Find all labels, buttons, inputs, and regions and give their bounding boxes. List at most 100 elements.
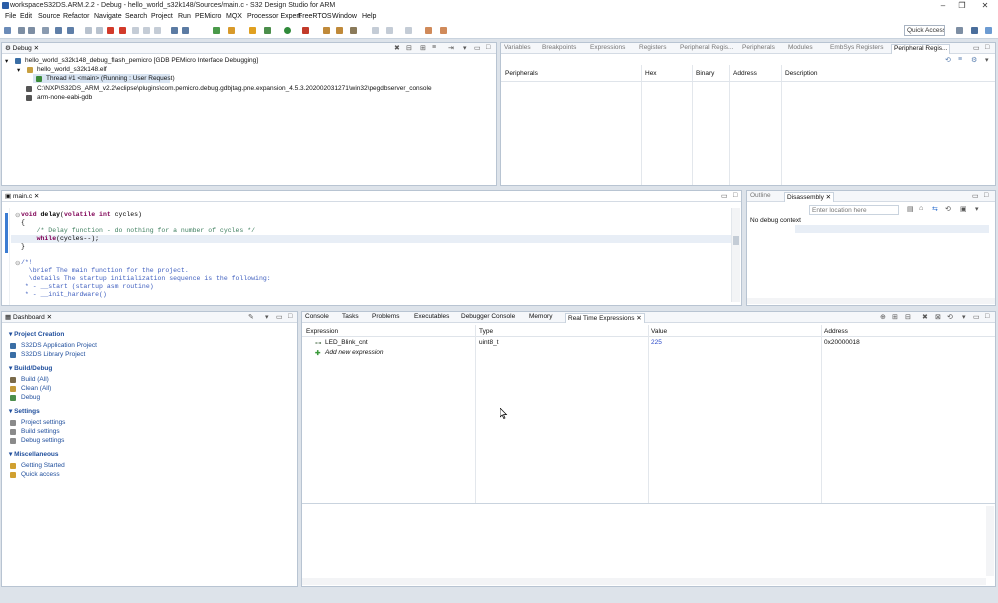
code-line[interactable]: { bbox=[21, 219, 25, 226]
table-row[interactable]: ⊶ LED_Blink_cnt uint8_t 225 0x20000018 bbox=[302, 337, 995, 347]
terminate-icon[interactable] bbox=[107, 27, 114, 34]
format-icon[interactable]: ≡ bbox=[958, 56, 962, 63]
collapse-all-icon[interactable]: ⊟ bbox=[905, 313, 911, 321]
disassembly-hscroll[interactable] bbox=[747, 298, 995, 304]
thread-node[interactable]: Thread #1 <main> (Running : User Request… bbox=[46, 75, 175, 82]
maximize-view-icon[interactable]: □ bbox=[486, 44, 490, 51]
restart-icon[interactable] bbox=[182, 27, 189, 34]
step-filter-icon[interactable]: ⇥ bbox=[448, 44, 454, 52]
step-over-icon[interactable] bbox=[143, 27, 150, 34]
expression-value[interactable]: 225 bbox=[651, 339, 662, 346]
tab-expressions[interactable]: Expressions bbox=[590, 44, 625, 54]
suspend-icon[interactable] bbox=[96, 27, 103, 34]
section-build-debug[interactable]: ▾ Build/Debug bbox=[9, 364, 52, 372]
skip-breakpoints-icon[interactable] bbox=[55, 27, 62, 34]
new-icon[interactable] bbox=[4, 27, 11, 34]
code-line[interactable]: /*! bbox=[21, 259, 33, 266]
code-line[interactable]: while(cycles--); bbox=[21, 235, 99, 242]
tree-expand-icon[interactable]: ▾ bbox=[5, 57, 8, 65]
code-line[interactable]: } bbox=[21, 243, 25, 250]
tab-executables[interactable]: Executables bbox=[414, 313, 449, 323]
minimize-view-icon[interactable]: ▭ bbox=[973, 44, 980, 52]
build-icon[interactable] bbox=[213, 27, 220, 34]
last-edit-icon[interactable] bbox=[386, 27, 393, 34]
tab-outline[interactable]: Outline bbox=[750, 192, 771, 202]
link-build-settings[interactable]: Build settings bbox=[21, 428, 60, 435]
save-all-icon[interactable] bbox=[28, 27, 35, 34]
tab-peripheral-registers-2[interactable]: Peripheral Regis... bbox=[891, 44, 951, 54]
detail-vscroll[interactable] bbox=[986, 506, 994, 576]
fold-icon[interactable]: ⊖ bbox=[15, 211, 20, 219]
tab-registers[interactable]: Registers bbox=[639, 44, 666, 54]
link-build-all[interactable]: Build (All) bbox=[21, 376, 49, 383]
expression-name[interactable]: LED_Blink_cnt bbox=[325, 339, 368, 346]
save-icon[interactable] bbox=[18, 27, 25, 34]
col-expression[interactable]: Expression bbox=[306, 328, 338, 335]
maximize-view-icon[interactable]: □ bbox=[733, 192, 737, 199]
code-line[interactable]: * - __start (startup asm routine) bbox=[21, 283, 154, 290]
col-peripherals[interactable]: Peripherals bbox=[505, 70, 538, 77]
section-settings[interactable]: ▾ Settings bbox=[9, 407, 40, 415]
editor-scrollbar[interactable] bbox=[731, 208, 740, 302]
tab-memory[interactable]: Memory bbox=[529, 313, 552, 323]
add-expression-label[interactable]: Add new expression bbox=[325, 349, 384, 356]
col-type[interactable]: Type bbox=[479, 328, 493, 335]
tree-expand-icon[interactable]: ▾ bbox=[17, 66, 20, 74]
remove-icon[interactable]: ✖ bbox=[922, 313, 928, 321]
code-line[interactable]: \details The startup initialization sequ… bbox=[21, 275, 271, 282]
col-address[interactable]: Address bbox=[733, 70, 757, 77]
view-menu-icon[interactable]: ▾ bbox=[985, 56, 989, 64]
elf-node[interactable]: hello_world_s32k148.elf bbox=[37, 66, 107, 73]
menu-help[interactable]: Help bbox=[362, 13, 376, 20]
pin-icon[interactable]: ⊕ bbox=[880, 313, 886, 321]
detail-hscroll[interactable] bbox=[302, 578, 986, 585]
view-menu-icon[interactable]: ▾ bbox=[265, 313, 269, 321]
link-with-editor-icon[interactable]: ⇆ bbox=[932, 205, 938, 213]
menu-freertos[interactable]: FreeRTOS bbox=[298, 13, 332, 20]
code-line[interactable]: * - __init_hardware() bbox=[21, 291, 107, 298]
open-icon[interactable]: ▣ bbox=[960, 205, 967, 213]
section-project-creation[interactable]: ▾ Project Creation bbox=[9, 330, 64, 338]
maximize-view-icon[interactable]: □ bbox=[288, 313, 292, 320]
forward-icon[interactable] bbox=[440, 27, 447, 34]
link-icon[interactable]: ≡ bbox=[432, 44, 436, 51]
add-expression-row[interactable]: ✚ Add new expression bbox=[302, 347, 995, 357]
link-application-project[interactable]: S32DS Application Project bbox=[21, 342, 97, 349]
link-clean-all[interactable]: Clean (All) bbox=[21, 385, 51, 392]
debug-icon[interactable] bbox=[264, 27, 271, 34]
disconnect-icon[interactable] bbox=[119, 27, 126, 34]
remove-all-icon[interactable]: ⊠ bbox=[935, 313, 941, 321]
flash-icon[interactable] bbox=[249, 27, 256, 34]
tab-disassembly[interactable]: Disassembly ✕ bbox=[784, 192, 835, 202]
print-icon[interactable] bbox=[42, 27, 49, 34]
open-element-icon[interactable] bbox=[336, 27, 343, 34]
maximize-view-icon[interactable]: □ bbox=[985, 313, 989, 320]
code-line[interactable]: \brief The main function for the project… bbox=[21, 267, 189, 274]
link-project-settings[interactable]: Project settings bbox=[21, 419, 65, 426]
menu-file[interactable]: File bbox=[5, 13, 16, 20]
refresh-icon[interactable]: ⟲ bbox=[947, 313, 953, 321]
maximize-view-icon[interactable]: □ bbox=[984, 192, 988, 199]
location-input[interactable] bbox=[809, 205, 899, 215]
collapse-icon[interactable]: ⊟ bbox=[406, 44, 412, 52]
maximize-view-icon[interactable]: □ bbox=[985, 44, 989, 51]
fold-icon[interactable]: ⊖ bbox=[15, 259, 20, 267]
col-value[interactable]: Value bbox=[651, 328, 667, 335]
link-getting-started[interactable]: Getting Started bbox=[21, 462, 65, 469]
debug-launch-node[interactable]: hello_world_s32k148_debug_flash_pemicro … bbox=[25, 57, 258, 64]
link-debug[interactable]: Debug bbox=[21, 394, 40, 401]
instruction-step-icon[interactable] bbox=[171, 27, 178, 34]
remove-all-terminated-icon[interactable]: ✖ bbox=[394, 44, 400, 52]
tab-real-time-expressions[interactable]: Real Time Expressions ✕ bbox=[565, 313, 645, 323]
annotation-icon[interactable] bbox=[372, 27, 379, 34]
pin-icon[interactable] bbox=[405, 27, 412, 34]
open-type-icon[interactable] bbox=[323, 27, 330, 34]
menu-navigate[interactable]: Navigate bbox=[94, 13, 122, 20]
filter-icon[interactable]: ⊞ bbox=[420, 44, 426, 52]
view-menu-icon[interactable]: ▾ bbox=[975, 205, 979, 213]
search-icon[interactable] bbox=[350, 27, 357, 34]
step-return-icon[interactable] bbox=[154, 27, 161, 34]
menu-refactor[interactable]: Refactor bbox=[63, 13, 89, 20]
menu-pemicro[interactable]: PEMicro bbox=[195, 13, 221, 20]
tab-debug[interactable]: ⚙ Debug ✕ bbox=[5, 44, 39, 54]
